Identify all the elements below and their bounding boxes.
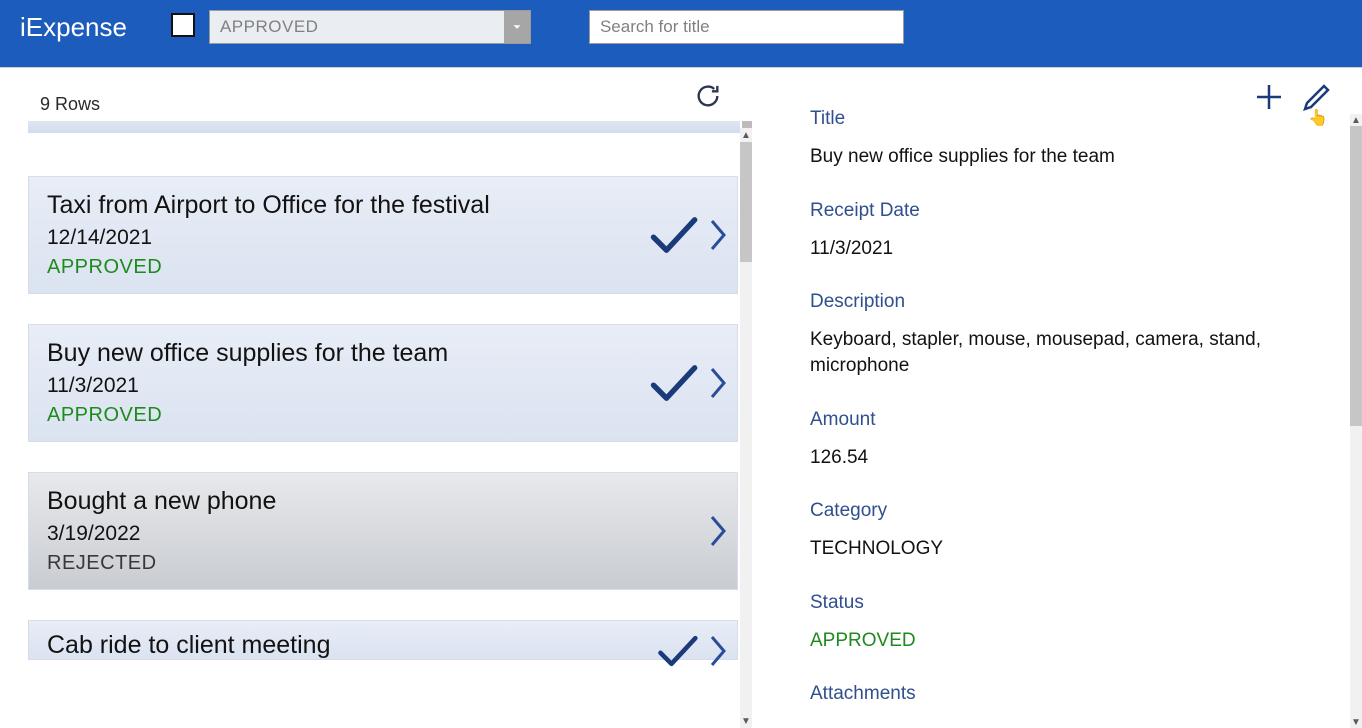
list-item[interactable]: Taxi from Airport to Office for the fest… (28, 176, 738, 294)
list-scroll-area: Taxi from Airport to Office for the fest… (28, 142, 752, 728)
refresh-button[interactable] (694, 82, 722, 115)
chevron-right-icon[interactable] (709, 633, 727, 669)
expense-detail-panel: 👆 Title Buy new office supplies for the … (752, 68, 1362, 728)
chevron-right-icon[interactable] (709, 513, 727, 549)
field-label-category: Category (810, 500, 1338, 522)
field-value-description: Keyboard, stapler, mouse, mousepad, came… (810, 327, 1338, 378)
search-input[interactable] (589, 10, 904, 44)
chevron-right-icon[interactable] (709, 217, 727, 253)
field-value-category: TECHNOLOGY (810, 536, 1338, 562)
status-filter-value: APPROVED (210, 17, 318, 37)
row-status: REJECTED (47, 552, 719, 575)
field-value-amount: 126.54 (810, 445, 1338, 471)
row-title: Cab ride to client meeting (47, 631, 719, 660)
field-label-attachments: Attachments (810, 683, 1338, 705)
edit-button[interactable] (1302, 82, 1332, 112)
add-button[interactable] (1254, 82, 1284, 112)
list-item[interactable]: Bought a new phone 3/19/2022 REJECTED (28, 472, 738, 590)
row-date: 12/14/2021 (47, 226, 719, 250)
checkmark-icon (655, 629, 699, 673)
field-value-status: APPROVED (810, 628, 1338, 654)
scroll-down-icon[interactable]: ▼ (1350, 716, 1362, 728)
row-status: APPROVED (47, 256, 719, 279)
row-title: Bought a new phone (47, 487, 719, 516)
app-header: iExpense APPROVED (0, 0, 1362, 67)
chevron-right-icon[interactable] (709, 365, 727, 401)
detail-scrollbar[interactable]: ▲ ▼ (1350, 114, 1362, 728)
filter-checkbox[interactable] (171, 13, 195, 37)
main-split: 9 Rows Taxi from Airport to Office for t… (0, 67, 1362, 728)
field-label-amount: Amount (810, 409, 1338, 431)
row-title: Taxi from Airport to Office for the fest… (47, 191, 719, 220)
field-value-receipt-date: 11/3/2021 (810, 236, 1338, 262)
expense-list-panel: 9 Rows Taxi from Airport to Office for t… (0, 68, 752, 728)
row-date: 3/19/2022 (47, 522, 719, 546)
row-count-label: 9 Rows (40, 94, 100, 115)
field-label-status: Status (810, 592, 1338, 614)
list-item[interactable]: Buy new office supplies for the team 11/… (28, 324, 738, 442)
field-value-title: Buy new office supplies for the team (810, 144, 1338, 170)
field-label-receipt-date: Receipt Date (810, 200, 1338, 222)
status-filter-select[interactable]: APPROVED (209, 10, 531, 44)
scroll-up-icon[interactable]: ▲ (1350, 114, 1362, 126)
field-label-description: Description (810, 291, 1338, 313)
list-scrollbar[interactable]: ▲ ▼ (740, 128, 752, 728)
scrollbar-thumb[interactable] (1350, 126, 1362, 426)
checkmark-icon (647, 209, 699, 261)
row-title: Buy new office supplies for the team (47, 339, 719, 368)
row-status: APPROVED (47, 404, 719, 427)
app-title: iExpense (20, 12, 127, 43)
checkmark-icon (647, 357, 699, 409)
scroll-down-icon[interactable]: ▼ (740, 714, 752, 728)
scrollbar-thumb[interactable] (740, 142, 752, 262)
list-header-stripe (28, 121, 740, 133)
row-date: 11/3/2021 (47, 374, 719, 398)
list-item[interactable]: Cab ride to client meeting (28, 620, 738, 660)
chevron-down-icon (504, 11, 530, 43)
scroll-up-icon[interactable]: ▲ (740, 128, 752, 142)
